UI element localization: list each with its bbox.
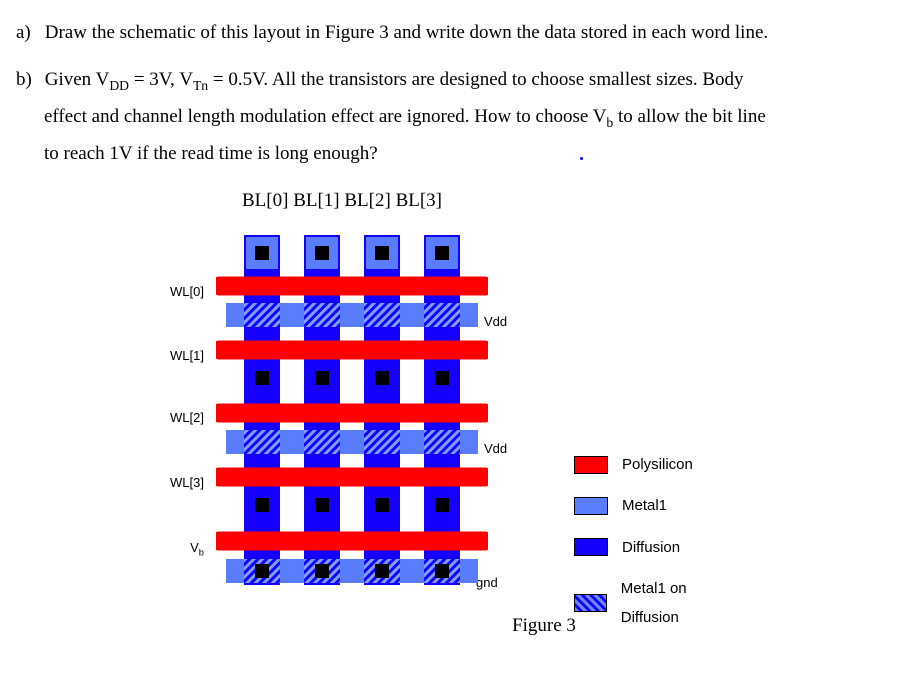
wl2-label: WL[2] [154,405,204,430]
contacts-row-below-wl3 [255,498,449,512]
bitline-header: BL[0] BL[1] BL[2] BL[3] [242,182,904,219]
bl2-label: BL[2] [344,190,390,211]
question-b: b) Given VDD = 3V, VTn = 0.5V. All the t… [16,61,904,172]
vb-label: Vb [154,535,204,560]
q-b-mid: = 3V, V [129,69,193,90]
legend-swatch-m1d [574,594,607,612]
stray-dot [580,157,583,160]
vb-pre: V [190,540,199,555]
question-a-text: Draw the schematic of this layout in Fig… [45,22,768,43]
wl1-label: WL[1] [154,343,204,368]
q-b-vtn-sub: Tn [193,78,208,93]
q-b-pre: Given V [45,69,110,90]
question-b-line3: to reach 1V if the read time is long eno… [16,135,904,172]
bl0-label: BL[0] [242,190,288,211]
wl0-label: WL[0] [154,279,204,304]
question-b-line1: Given VDD = 3V, VTn = 0.5V. All the tran… [45,69,744,90]
question-b-label: b) [16,61,40,98]
wl3-label: WL[3] [154,470,204,495]
question-a-label: a) [16,14,40,51]
q-b2-pre: effect and channel length modulation eff… [44,106,606,127]
top-metal-stubs [246,237,458,269]
q-b-post: = 0.5V. All the transistors are designed… [208,69,743,90]
contacts-row-below-wl1 [255,371,449,385]
layout-drawing: WL[0] WL[1] WL[2] WL[3] Vb Vdd Vdd gnd P… [44,225,744,605]
figure-caption: Figure 3 [184,607,904,644]
q-b-vdd-sub: DD [109,78,129,93]
bl3-label: BL[3] [396,190,442,211]
question-a: a) Draw the schematic of this layout in … [16,14,904,51]
layout-svg [204,225,644,595]
question-b-line2: effect and channel length modulation eff… [16,98,904,135]
figure-3: BL[0] BL[1] BL[2] BL[3] WL[0] WL[1] WL[2… [44,182,904,644]
q-b2-post: to allow the bit line [613,106,766,127]
bl1-label: BL[1] [293,190,339,211]
